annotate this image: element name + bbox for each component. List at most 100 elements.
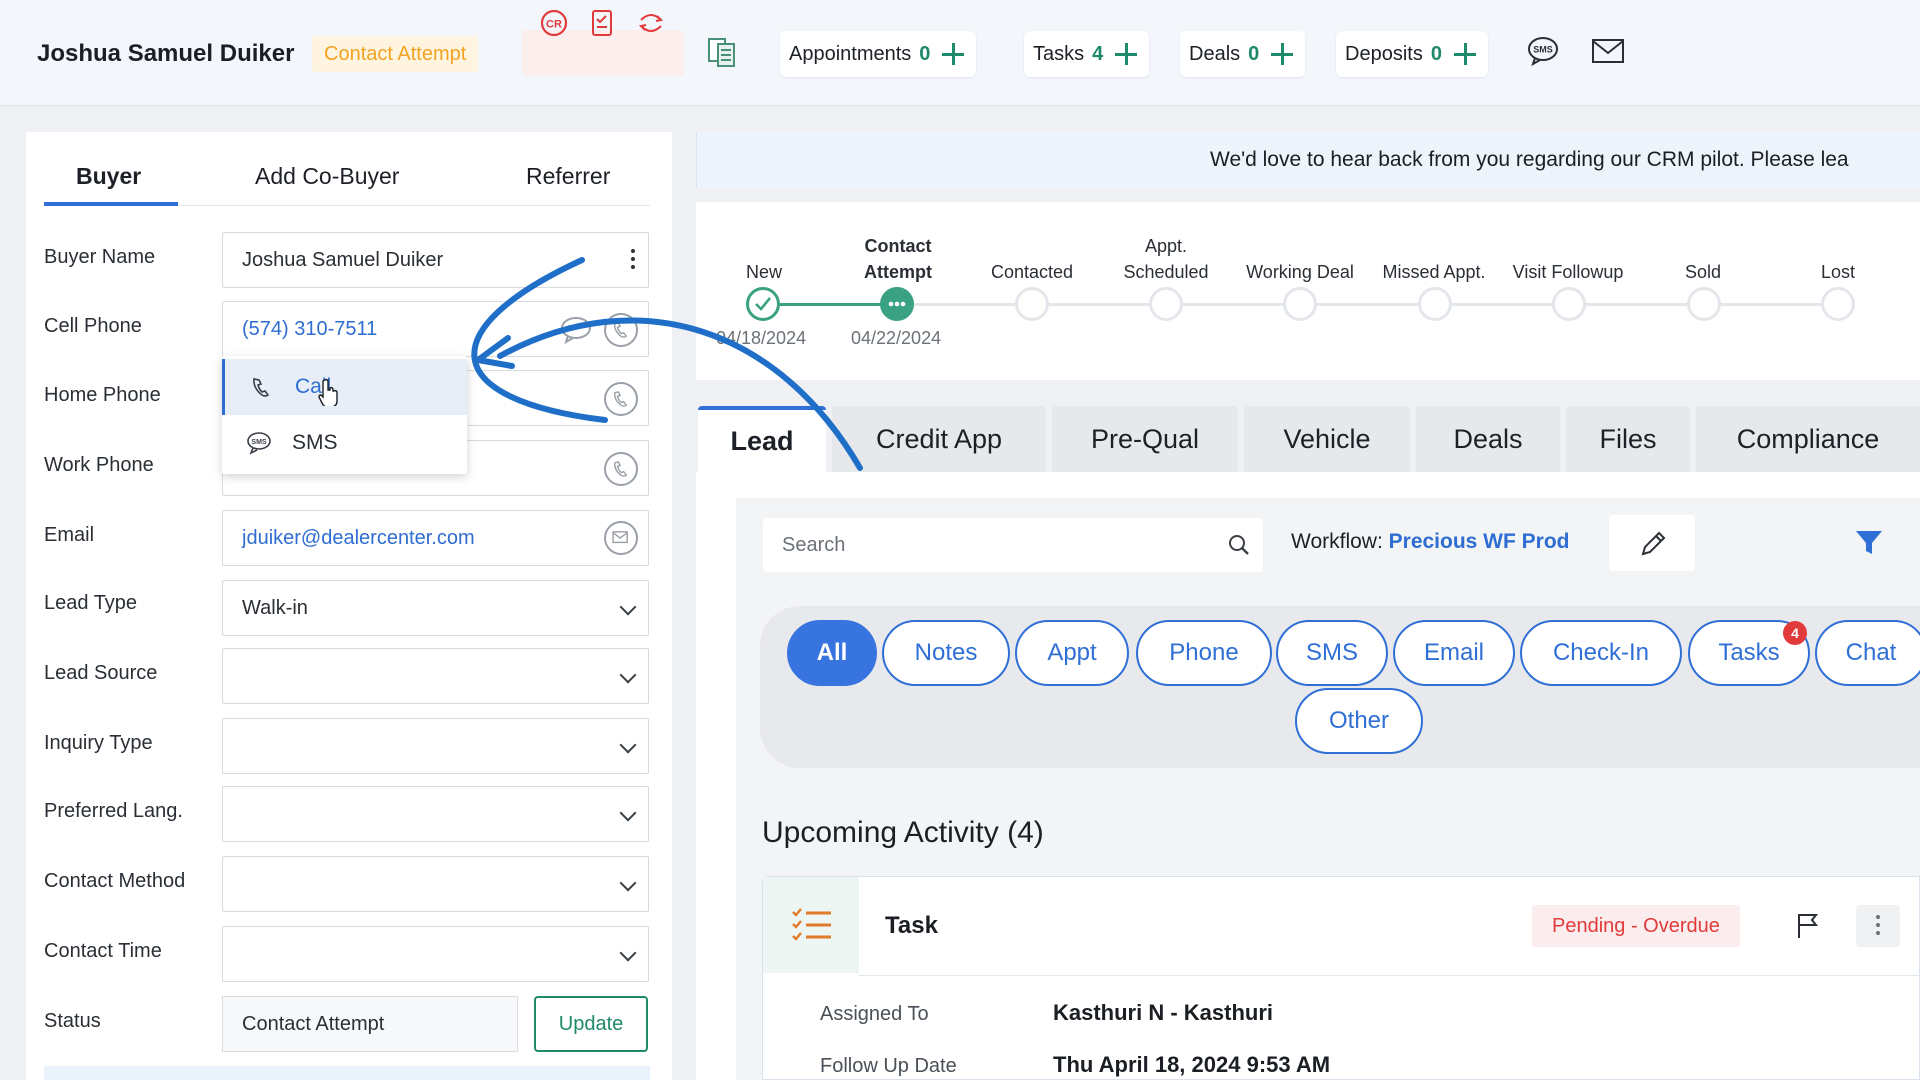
stage-dot-appt-scheduled[interactable]	[1149, 287, 1183, 321]
tab-pre-qual[interactable]: Pre-Qual	[1052, 406, 1238, 472]
filter-chip-chat[interactable]: Chat	[1815, 620, 1920, 686]
preferred-lang-select[interactable]	[222, 786, 649, 842]
chevron-down-icon	[619, 944, 637, 962]
phone-call-icon[interactable]	[604, 313, 638, 347]
document-icon[interactable]	[706, 36, 738, 68]
stage-dot-missed-appt[interactable]	[1418, 287, 1452, 321]
stage-dot-new[interactable]	[746, 287, 780, 321]
workflow-value[interactable]: Precious WF Prod	[1389, 530, 1570, 553]
search-placeholder: Search	[782, 533, 846, 556]
tab-files[interactable]: Files	[1566, 406, 1690, 472]
deposits-label: Deposits	[1345, 42, 1423, 65]
menu-item-call[interactable]: Call	[222, 359, 467, 415]
stage-dot-contacted[interactable]	[1015, 287, 1049, 321]
stage-dot-sold[interactable]	[1687, 287, 1721, 321]
stage-dot-lost[interactable]	[1821, 287, 1855, 321]
deals-count: 0	[1248, 42, 1260, 65]
deposits-count: 0	[1430, 42, 1442, 65]
mail-icon[interactable]	[1591, 38, 1625, 64]
sms-icon[interactable]: SMS	[1526, 34, 1560, 68]
more-dots-icon	[888, 301, 906, 307]
menu-item-sms-label: SMS	[292, 431, 338, 454]
tasks-count: 4	[1092, 42, 1104, 65]
more-options-icon	[1876, 915, 1880, 937]
tab-referrer[interactable]: Referrer	[526, 163, 610, 190]
inquiry-type-select[interactable]	[222, 718, 649, 774]
filter-chip-phone[interactable]: Phone	[1136, 620, 1272, 686]
follow-up-date-value: Thu April 18, 2024 9:53 AM	[1053, 1052, 1331, 1077]
cell-phone-value[interactable]: (574) 310-7511	[242, 318, 377, 341]
email-icon[interactable]	[604, 521, 638, 555]
cell-phone-label: Cell Phone	[44, 315, 142, 337]
filter-chip-email[interactable]: Email	[1393, 620, 1515, 686]
filter-chip-sms[interactable]: SMS	[1276, 620, 1388, 686]
contact-time-select[interactable]	[222, 926, 649, 982]
transfer-icon[interactable]	[636, 8, 666, 38]
stage-date-contact-attempt: 04/22/2024	[851, 328, 942, 348]
stage-dot-visit-followup[interactable]	[1552, 287, 1586, 321]
buyer-name-value: Joshua Samuel Duiker	[242, 248, 444, 271]
hand-cursor-icon	[318, 378, 338, 406]
tasks-pill[interactable]: Tasks 4	[1024, 31, 1150, 77]
filter-chip-all[interactable]: All	[787, 620, 877, 686]
appointments-label: Appointments	[789, 42, 912, 65]
tab-credit-app[interactable]: Credit App	[832, 406, 1046, 472]
chat-icon[interactable]	[559, 315, 593, 345]
filter-chip-other[interactable]: Other	[1295, 688, 1423, 754]
tab-buyer[interactable]: Buyer	[76, 163, 141, 190]
filter-chip-check-in[interactable]: Check-In	[1520, 620, 1682, 686]
stage-date-new: 04/18/2024	[716, 328, 807, 348]
task-title: Task	[885, 912, 938, 939]
email-field[interactable]: jduiker@dealercenter.com	[222, 510, 649, 566]
task-card[interactable]	[762, 876, 1920, 1080]
menu-item-sms[interactable]: SMS SMS	[222, 415, 467, 471]
workflow-label: Workflow:	[1291, 530, 1383, 553]
svg-text:CR: CR	[546, 19, 562, 31]
panel-footer	[44, 1066, 650, 1080]
add-deposit-icon[interactable]	[1453, 43, 1476, 65]
stage-dot-working-deal[interactable]	[1283, 287, 1317, 321]
buyer-name-field[interactable]: Joshua Samuel Duiker	[222, 232, 649, 288]
lead-source-select[interactable]	[222, 648, 649, 704]
deposits-pill[interactable]: Deposits 0	[1336, 31, 1488, 77]
cr-icon[interactable]: CR	[539, 8, 569, 38]
phone-call-icon[interactable]	[604, 382, 638, 416]
contact-method-select[interactable]	[222, 856, 649, 912]
tab-deals[interactable]: Deals	[1416, 406, 1560, 472]
stage-label-missed-appt: Missed Appt.	[1382, 262, 1486, 282]
checklist-icon[interactable]	[587, 8, 617, 38]
search-icon[interactable]	[1227, 533, 1251, 557]
tasks-count-badge: 4	[1783, 621, 1807, 645]
update-button[interactable]: Update	[534, 996, 648, 1052]
filter-chip-notes[interactable]: Notes	[882, 620, 1010, 686]
appointments-pill[interactable]: Appointments 0	[780, 31, 977, 77]
task-card-divider	[859, 975, 1920, 976]
edit-workflow-button[interactable]	[1609, 515, 1695, 571]
deals-pill[interactable]: Deals 0	[1180, 31, 1306, 77]
email-value[interactable]: jduiker@dealercenter.com	[242, 527, 475, 550]
filter-icon[interactable]	[1854, 528, 1884, 558]
tab-compliance[interactable]: Compliance	[1696, 406, 1920, 472]
add-deal-icon[interactable]	[1271, 43, 1294, 65]
task-more-button[interactable]	[1856, 905, 1900, 947]
add-task-icon[interactable]	[1115, 43, 1138, 65]
add-appointment-icon[interactable]	[942, 43, 965, 65]
task-icon-box	[763, 877, 859, 973]
lead-type-select[interactable]: Walk-in	[222, 580, 649, 636]
phone-icon	[253, 378, 270, 397]
more-options-icon[interactable]	[631, 249, 635, 271]
flag-icon[interactable]	[1795, 912, 1821, 940]
tab-lead[interactable]: Lead	[698, 406, 826, 472]
lead-source-label: Lead Source	[44, 662, 158, 684]
customer-name: Joshua Samuel Duiker	[37, 40, 295, 67]
activity-search-input[interactable]: Search	[763, 518, 1263, 572]
status-field[interactable]: Contact Attempt	[222, 996, 518, 1052]
feedback-banner-text: We'd love to hear back from you regardin…	[1210, 148, 1849, 171]
stage-dot-contact-attempt[interactable]	[880, 287, 914, 321]
phone-call-icon[interactable]	[604, 452, 638, 486]
stage-label-appt-scheduled-line2: Scheduled	[1123, 262, 1209, 282]
tab-vehicle[interactable]: Vehicle	[1244, 406, 1410, 472]
filter-chip-appt[interactable]: Appt	[1015, 620, 1129, 686]
tab-add-co-buyer[interactable]: Add Co-Buyer	[255, 163, 399, 190]
task-status-badge: Pending - Overdue	[1532, 905, 1740, 947]
